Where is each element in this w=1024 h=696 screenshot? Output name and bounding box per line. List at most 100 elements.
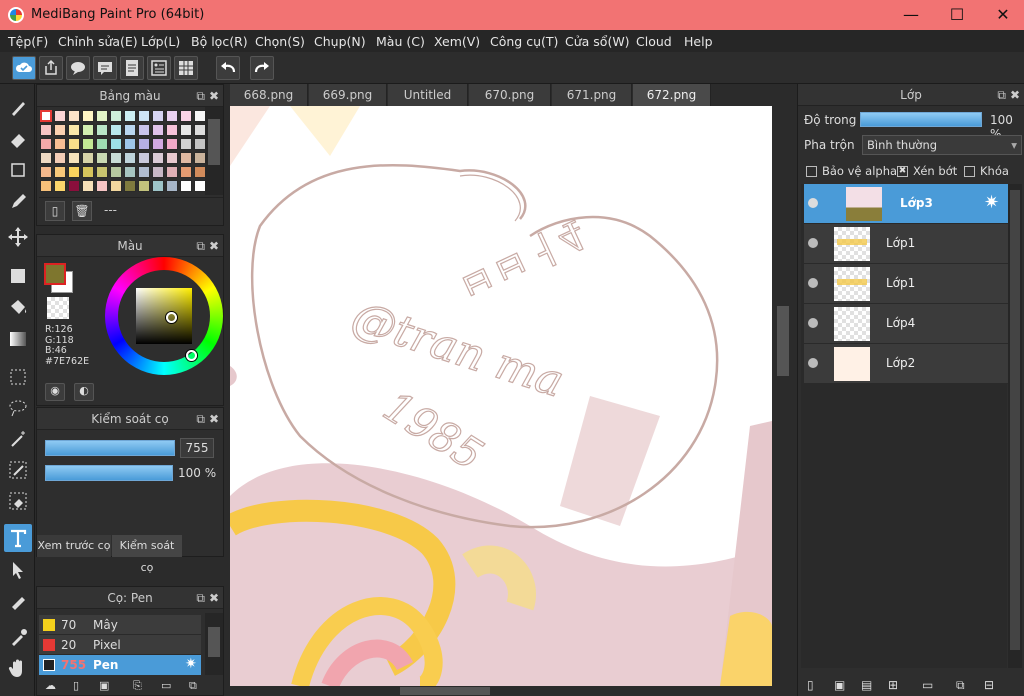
menu-view[interactable]: Xem(V) xyxy=(434,34,480,49)
layer-row[interactable]: Lớp4 xyxy=(804,304,1008,344)
eye-icon[interactable] xyxy=(808,198,818,208)
palette-swatch[interactable] xyxy=(180,180,192,192)
color-settings-icon[interactable]: ◐ xyxy=(74,383,94,401)
palette-swatch[interactable] xyxy=(96,166,108,178)
layer-row[interactable]: Lớp1 xyxy=(804,224,1008,264)
rectangle-icon[interactable] xyxy=(4,156,32,184)
clipping-checkbox[interactable]: ✖ Xén bớt xyxy=(897,164,957,178)
dropper-pen-icon[interactable] xyxy=(4,587,32,615)
palette-swatch[interactable] xyxy=(124,138,136,150)
close-icon[interactable]: ✖ xyxy=(1010,84,1020,106)
palette-swatch[interactable] xyxy=(166,124,178,136)
popout-icon[interactable]: ⧉ xyxy=(196,235,205,257)
palette-swatch[interactable] xyxy=(68,110,80,122)
merge-layer-icon[interactable]: ⊟ xyxy=(984,678,994,692)
palette-swatch[interactable] xyxy=(166,110,178,122)
palette-swatch[interactable] xyxy=(68,124,80,136)
palette-swatch[interactable] xyxy=(54,138,66,150)
palette-swatch[interactable] xyxy=(152,166,164,178)
palette-swatch[interactable] xyxy=(96,138,108,150)
palette-swatch[interactable] xyxy=(96,152,108,164)
palette-swatch[interactable] xyxy=(180,110,192,122)
palette-swatch[interactable] xyxy=(124,180,136,192)
eraser-icon[interactable] xyxy=(4,125,32,153)
blend-mode-select[interactable]: Bình thường ▾ xyxy=(862,135,1022,155)
new-halftone-layer-icon[interactable]: ▣ xyxy=(834,678,845,692)
layer-opacity-slider[interactable] xyxy=(860,112,982,127)
new-1bit-layer-icon[interactable]: ▤ xyxy=(861,678,872,692)
eye-icon[interactable] xyxy=(808,318,818,328)
saturation-square[interactable] xyxy=(136,288,192,344)
move-icon[interactable] xyxy=(4,223,32,251)
minimize-button[interactable]: — xyxy=(888,0,934,30)
palette-swatch[interactable] xyxy=(96,110,108,122)
tab-doc[interactable]: 669.png xyxy=(309,84,387,106)
add-layer-menu-icon[interactable]: ⊞ xyxy=(888,678,898,692)
palette-swatch[interactable] xyxy=(138,180,150,192)
palette-swatch[interactable] xyxy=(110,166,122,178)
palette-swatch[interactable] xyxy=(166,180,178,192)
brush-list-scrollbar[interactable] xyxy=(205,613,223,675)
fill-rect-icon[interactable] xyxy=(4,262,32,290)
pen-icon[interactable] xyxy=(4,187,32,215)
brush-item-selected[interactable]: 755 Pen ✷ xyxy=(39,655,201,675)
operation-icon[interactable] xyxy=(4,556,32,584)
palette-swatch[interactable] xyxy=(110,110,122,122)
menu-tools[interactable]: Công cụ(T) xyxy=(490,34,558,49)
new-layer-icon[interactable]: ▯ xyxy=(807,678,814,692)
palette-swatch[interactable] xyxy=(54,152,66,164)
palette-swatch[interactable] xyxy=(152,138,164,150)
eyedropper-icon[interactable] xyxy=(4,623,32,651)
layer-row-selected[interactable]: Lớp3 ✷ xyxy=(804,184,1008,224)
palette-swatch[interactable] xyxy=(54,124,66,136)
palette-swatch[interactable] xyxy=(180,166,192,178)
palette-swatch[interactable] xyxy=(40,180,52,192)
lock-checkbox[interactable]: Khóa xyxy=(964,164,1009,178)
document-icon[interactable] xyxy=(120,56,144,80)
menu-cloud[interactable]: Cloud xyxy=(636,34,672,49)
palette-swatch[interactable] xyxy=(40,124,52,136)
primary-color[interactable] xyxy=(44,263,66,285)
duplicate-icon[interactable]: ⧉ xyxy=(189,679,197,693)
copy-brush-icon[interactable]: ⎘ xyxy=(133,679,142,693)
palette-swatch[interactable] xyxy=(82,166,94,178)
speech-bubble-icon[interactable] xyxy=(66,56,90,80)
palette-swatch[interactable] xyxy=(138,138,150,150)
palette-swatch[interactable] xyxy=(40,166,52,178)
palette-swatch[interactable] xyxy=(152,180,164,192)
tab-doc[interactable]: Untitled xyxy=(388,84,468,106)
palette-swatch[interactable] xyxy=(82,138,94,150)
close-icon[interactable]: ✖ xyxy=(209,587,219,609)
palette-swatch[interactable] xyxy=(96,180,108,192)
tab-doc[interactable]: 670.png xyxy=(469,84,551,106)
protect-alpha-checkbox[interactable]: Bảo vệ alpha xyxy=(806,164,897,178)
palette-swatch[interactable] xyxy=(152,152,164,164)
material-icon[interactable] xyxy=(147,56,171,80)
popout-icon[interactable]: ⧉ xyxy=(196,587,205,609)
tab-doc[interactable]: 668.png xyxy=(230,84,308,106)
palette-swatch[interactable] xyxy=(54,180,66,192)
layer-row[interactable]: Lớp1 xyxy=(804,264,1008,304)
palette-swatch[interactable] xyxy=(138,124,150,136)
palette-swatch[interactable] xyxy=(124,124,136,136)
layer-list-scrollbar[interactable] xyxy=(1008,184,1022,668)
duplicate-layer-icon[interactable]: ⧉ xyxy=(956,678,965,693)
hand-icon[interactable] xyxy=(4,654,32,682)
share-icon[interactable] xyxy=(39,56,63,80)
hue-handle[interactable] xyxy=(186,350,197,361)
close-icon[interactable]: ✖ xyxy=(209,408,219,430)
palette-swatch[interactable] xyxy=(138,152,150,164)
text-icon[interactable] xyxy=(4,524,32,552)
menu-help[interactable]: Help xyxy=(684,34,713,49)
trash-icon[interactable]: 🗑 xyxy=(72,201,92,221)
drawing-canvas[interactable]: ㅂㅂㅓ4 @tran ma 1985 xyxy=(230,106,772,686)
close-button[interactable]: ✕ xyxy=(980,0,1024,30)
new-brush-icon[interactable]: ▯ xyxy=(73,679,79,692)
palette-swatch[interactable] xyxy=(82,124,94,136)
select-pen-icon[interactable] xyxy=(4,456,32,484)
comment-icon[interactable] xyxy=(93,56,117,80)
folder-icon[interactable]: ▭ xyxy=(922,678,933,692)
palette-swatch[interactable] xyxy=(68,180,80,192)
popout-icon[interactable]: ⧉ xyxy=(196,85,205,107)
menu-select[interactable]: Chọn(S) xyxy=(255,34,305,49)
